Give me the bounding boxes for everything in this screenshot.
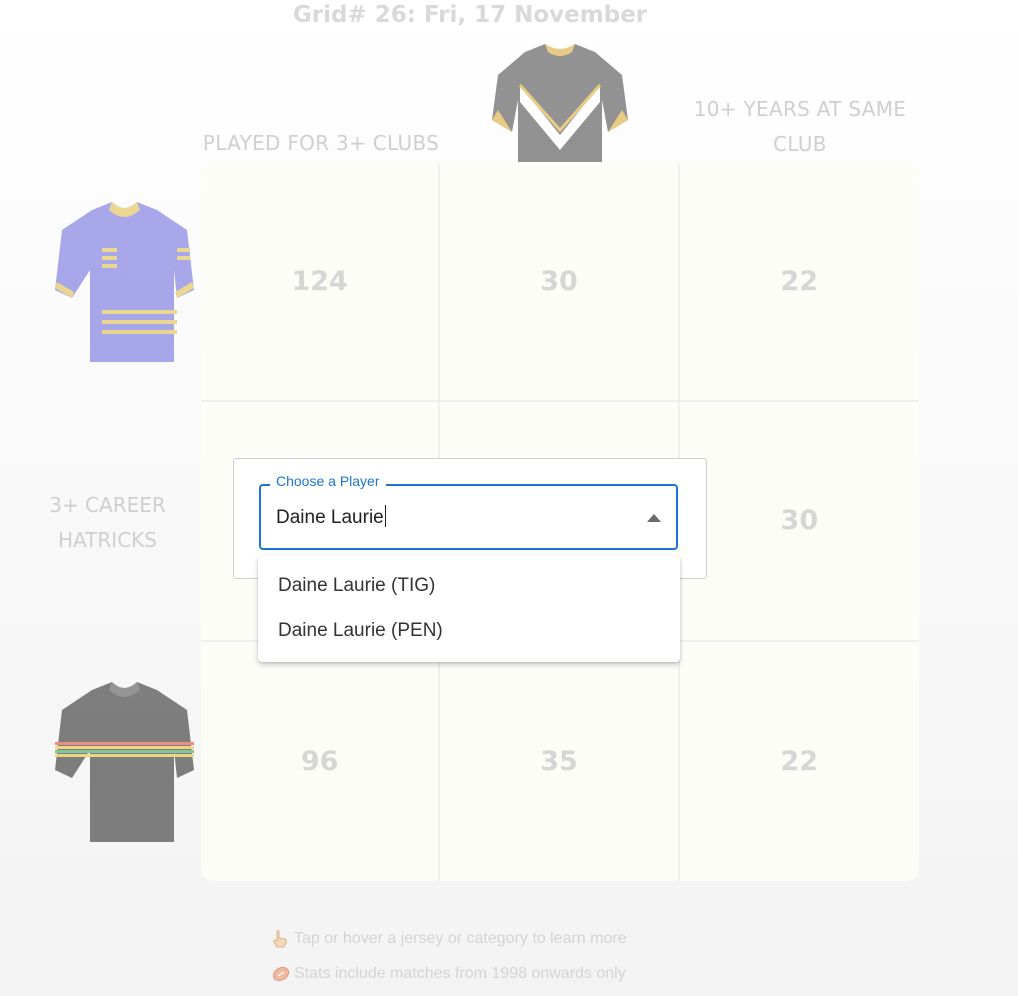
player-option[interactable]: Daine Laurie (PEN) <box>258 608 680 653</box>
player-option[interactable]: Daine Laurie (TIG) <box>258 563 680 608</box>
panthers-jersey-icon[interactable] <box>52 680 197 842</box>
column-label-1[interactable]: PLAYED FOR 3+ CLUBS <box>201 126 441 161</box>
column-label-3-line1: 10+ YEARS AT SAME <box>693 97 907 121</box>
grid-cell-1-3[interactable]: 22 <box>679 163 919 403</box>
text-caret <box>384 505 386 527</box>
page-title: Grid# 26: Fri, 17 November <box>292 2 648 28</box>
player-search-label: Choose a Player <box>270 473 386 489</box>
player-options-list: Daine Laurie (TIG) Daine Laurie (PEN) <box>258 555 680 662</box>
footer-tip-1-text: Tap or hover a jersey or category to lea… <box>294 930 627 947</box>
grid-cell-3-3[interactable]: 22 <box>680 642 919 881</box>
grid-cell-1-1[interactable]: 124 <box>201 163 441 403</box>
column-label-3[interactable]: 10+ YEARS AT SAME CLUB <box>680 92 920 162</box>
grid-cell-3-1[interactable]: 96 <box>201 641 441 881</box>
grid-cell-1-2[interactable]: 30 <box>440 163 680 403</box>
row-label-2-line1: 3+ CAREER <box>49 493 166 517</box>
eels-jersey-icon[interactable] <box>52 200 197 362</box>
grid-cell-3-2[interactable]: 35 <box>440 641 680 881</box>
footer-tip-2: Stats include matches from 1998 onwards … <box>272 965 626 983</box>
dropdown-toggle-button[interactable] <box>640 504 668 532</box>
caret-up-icon <box>647 514 661 522</box>
row-label-2[interactable]: 3+ CAREER HATRICKS <box>0 488 215 558</box>
storm-jersey-icon[interactable] <box>490 40 630 162</box>
football-icon <box>272 966 294 982</box>
player-search-text[interactable]: Daine Laurie <box>276 507 384 528</box>
pointing-hand-icon <box>272 930 294 948</box>
player-search-value[interactable]: Daine Laurie <box>276 505 386 529</box>
footer-tip-2-text: Stats include matches from 1998 onwards … <box>294 965 626 982</box>
footer-tip-1: Tap or hover a jersey or category to lea… <box>272 930 627 948</box>
row-label-2-line2: HATRICKS <box>58 528 157 552</box>
grid-cell-2-3[interactable]: 30 <box>679 402 919 642</box>
column-label-3-line2: CLUB <box>773 132 827 156</box>
